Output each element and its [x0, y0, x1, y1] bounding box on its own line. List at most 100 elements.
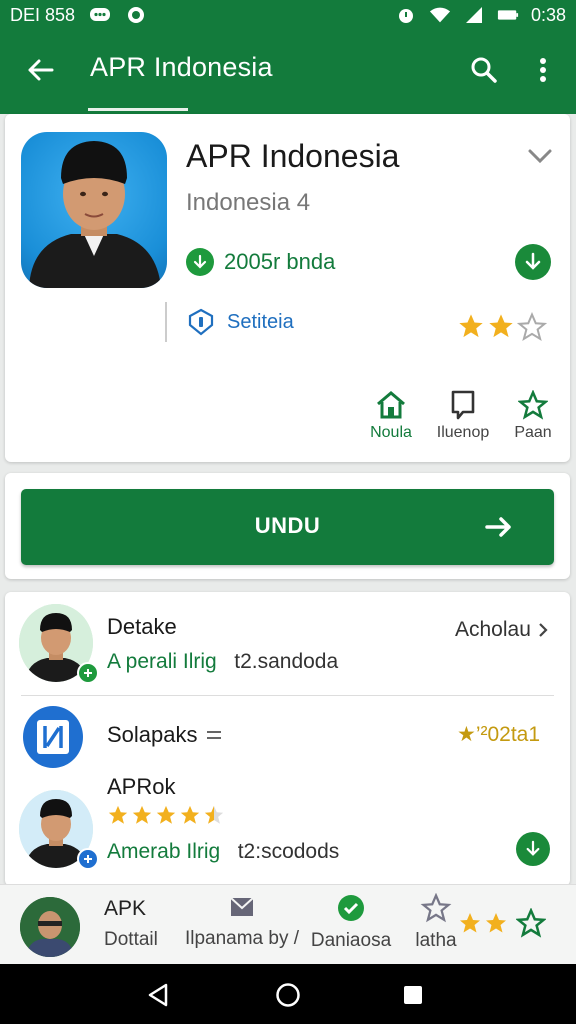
- mail-icon: [230, 897, 254, 916]
- install-button-label: UNDU: [254, 513, 321, 538]
- star-outline-icon: [517, 312, 547, 342]
- star-outline-icon: [516, 908, 546, 938]
- rating-stars: [458, 908, 546, 938]
- signal-icon: [463, 6, 485, 24]
- security-row[interactable]: Setiteia: [187, 308, 294, 336]
- bottom-nav-item[interactable]: latha: [410, 892, 462, 952]
- download-button[interactable]: [516, 832, 550, 866]
- security-text: Setiteia: [227, 310, 294, 333]
- list-item-title-text: Solapaks: [107, 722, 198, 747]
- tab-indicator: [88, 108, 188, 111]
- home-icon: [377, 391, 405, 419]
- list-item-title: APRok: [107, 774, 176, 799]
- nav-back-button[interactable]: [143, 980, 173, 1010]
- bottom-subtitle: Dottail: [104, 929, 158, 950]
- bottom-bar: APK Dottail Ilpanama by / Daniaosa latha: [0, 884, 576, 964]
- back-button[interactable]: [20, 50, 60, 90]
- search-button[interactable]: [466, 50, 502, 90]
- system-nav-bar: [0, 964, 576, 1024]
- install-button[interactable]: UNDU: [21, 489, 554, 565]
- star-half-icon: [204, 805, 224, 824]
- list-item-title: Solapaks: [107, 722, 222, 748]
- wifi-icon: [429, 6, 451, 24]
- status-time-left: DEI 858: [10, 4, 76, 25]
- app-info-card: APR Indonesia Indonesia 4 2005r bnda Set…: [5, 114, 570, 462]
- star-filled-icon: [180, 805, 200, 824]
- search-icon: [471, 57, 497, 83]
- star-filled-icon: [486, 913, 506, 933]
- list-item-subtitle-plain: t2:scodods: [237, 840, 340, 863]
- action-bookmark[interactable]: Iluenop: [433, 386, 493, 442]
- list-card: Detake A perali Ilrig t2.sandoda Acholau…: [5, 592, 570, 886]
- download-icon: [526, 840, 540, 856]
- triangle-back-icon: [148, 983, 168, 1007]
- expand-button[interactable]: [525, 144, 555, 168]
- app-subtitle: Indonesia 4: [186, 189, 311, 216]
- bottom-nav-label: latha: [415, 930, 457, 951]
- star-filled-icon: [132, 805, 152, 824]
- bottom-title: APK: [104, 897, 147, 920]
- circle-home-icon: [276, 983, 300, 1007]
- status-badge: [77, 662, 99, 684]
- star-outline-icon: [420, 892, 452, 923]
- more-vert-icon: [540, 58, 546, 82]
- list-item-title: Detake: [107, 614, 177, 639]
- bottom-nav-label: Daniaosa: [310, 930, 392, 951]
- star-outline-icon: [518, 390, 548, 420]
- chevron-down-icon: [528, 149, 552, 164]
- person-portrait-icon: [29, 141, 161, 288]
- menu-icon: [206, 731, 221, 739]
- list-item-action-label: Acholau: [455, 618, 531, 641]
- cta-card: UNDU: [5, 473, 570, 579]
- list-item-subtitle: Amerab Ilrig t2:scodods: [107, 840, 339, 864]
- list-item-subtitle-green: A perali Ilrig: [107, 650, 217, 673]
- bottom-nav-item[interactable]: Ilpanama by /: [182, 895, 302, 950]
- bottom-nav-item[interactable]: Daniaosa: [306, 893, 396, 952]
- app-name: APR Indonesia: [186, 138, 400, 174]
- star-filled-icon: [460, 913, 480, 933]
- star-filled-icon: [108, 805, 128, 824]
- rating-stars: [457, 312, 547, 342]
- app-bar: APR Indonesia: [0, 30, 576, 114]
- action-favorite[interactable]: Paan: [503, 386, 563, 442]
- bookmark-icon: [451, 390, 475, 420]
- star-filled-icon: [489, 314, 513, 338]
- bottom-nav-label: Ilpanama by /: [184, 928, 300, 949]
- action-home-label: Noula: [370, 424, 412, 441]
- chat-icon: [89, 6, 111, 24]
- app-icon: [21, 132, 167, 288]
- more-options-button[interactable]: [528, 50, 558, 90]
- divider-vertical: [165, 302, 167, 342]
- downloads-text: 2005r bnda: [224, 249, 336, 274]
- status-time-right: 0:38: [530, 4, 566, 25]
- list-item-subtitle-plain: t2.sandoda: [234, 650, 339, 673]
- download-small-icon: [186, 248, 214, 276]
- action-bookmark-label: Iluenop: [436, 424, 490, 441]
- shield-icon: [188, 308, 214, 336]
- list-item-subtitle: A perali Ilrig t2.sandoda: [107, 650, 338, 674]
- list-item-subtitle-green: Amerab Ilrig: [107, 840, 221, 863]
- back-arrow-icon: [28, 59, 54, 81]
- alarm-icon: [395, 6, 417, 24]
- status-badge: [77, 848, 99, 870]
- app-bar-title: APR Indonesia: [90, 52, 273, 82]
- sync-icon: [125, 6, 147, 24]
- chevron-right-icon: [539, 623, 548, 637]
- avatar[interactable]: [20, 897, 80, 957]
- list-item-rating-text: ★’²02ta1: [457, 723, 541, 746]
- nav-recents-button[interactable]: [398, 980, 428, 1010]
- action-home[interactable]: Noula: [361, 386, 421, 442]
- verified-icon: [338, 895, 364, 921]
- rating-stars: [107, 804, 225, 826]
- action-favorite-label: Paan: [514, 424, 552, 441]
- download-icon: [525, 252, 541, 270]
- status-bar: DEI 858 0:38: [0, 0, 576, 30]
- square-recents-icon: [404, 986, 422, 1004]
- downloads-row: 2005r bnda: [186, 248, 335, 276]
- nav-home-button[interactable]: [273, 980, 303, 1010]
- list-item-action[interactable]: Acholau: [455, 618, 549, 642]
- star-filled-icon: [459, 314, 483, 338]
- download-button[interactable]: [515, 244, 551, 280]
- star-filled-icon: [156, 805, 176, 824]
- app-logo-icon: [23, 706, 83, 768]
